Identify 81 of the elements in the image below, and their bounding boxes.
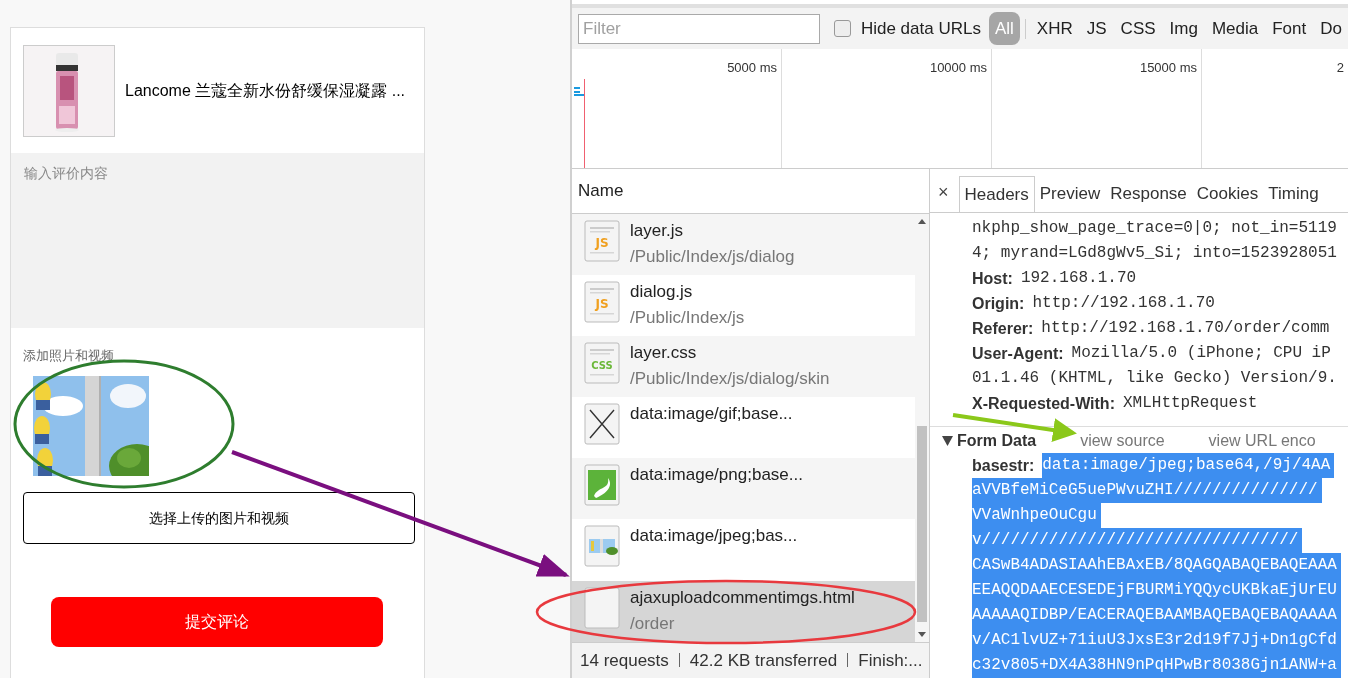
header-value: 01.1.46 (KHTML, like Gecko) Version/9. [972,368,1337,389]
product-title: Lancome 兰蔻全新水份舒缓保湿凝露 ... [125,80,406,101]
panel-tab[interactable]: Response [1105,176,1192,212]
section-header[interactable]: Form Data [942,428,1037,453]
header-name: User-Agent: [972,344,1064,364]
header-value: http://192.168.1.70/order/comm [1041,318,1330,339]
image-icon [584,464,620,507]
form-field-value: EEAQQDAAECESEDEjFBURMiYQQycUKBkaEjUrEU [972,578,1341,603]
header-name: Referer: [972,319,1034,339]
form-field-value: v/AC1lvUZ+71iuU3JxsE3r2d19f7Jj+Dn1gCfd [972,628,1341,653]
file-icon: CSS [584,342,620,385]
broken-image-icon [584,403,620,446]
filter-field[interactable]: Filter [578,13,820,44]
status-text: 14 requests [580,649,669,672]
timeline-tick: 10000 ms [929,59,987,74]
status-text: Finish:... [858,649,923,672]
timeline-tick: 5000 ms [727,59,777,74]
close-icon[interactable]: × [934,172,953,212]
choose-files-button[interactable]: 选择上传的图片和视频 [23,492,415,544]
header-value: 4; myrand=LGd8gWv5_Si; into=1523928051 [972,243,1337,264]
filter-tab[interactable]: Do [1314,12,1348,45]
request-row[interactable]: data:image/png;base... [572,458,916,520]
filter-tab[interactable]: Font [1266,12,1313,45]
form-field-value: v///////////////////////////////// [972,528,1303,553]
image-icon [584,525,620,568]
review-field[interactable]: 输入评价内容 [11,153,424,328]
request-path: /Public/Index/js/dialog/skin [630,368,830,391]
header-name: Origin: [972,294,1025,314]
blank-file-icon [584,586,620,629]
view-source-link[interactable]: view source [1080,428,1165,453]
filter-tab[interactable]: JS [1080,12,1113,45]
header-value: Mozilla/5.0 (iPhone; CPU iP [1071,343,1331,364]
request-name: dialog.js [630,280,694,303]
submit-button[interactable]: 提交评论 [51,597,383,647]
request-name: data:image/png;base... [630,464,803,487]
column-header: Name [578,180,624,203]
form-field-value: VVaWnhpeOuCgu [972,503,1101,528]
timeline-tick: 15000 ms [1139,59,1197,74]
scroll-down-icon[interactable] [918,631,927,637]
request-row[interactable]: ajaxuploadcommentimgs.html /order [572,580,916,642]
form-field-value: data:image/jpeg;base64,/9j/4AA [1042,453,1335,478]
file-icon: JS [584,280,620,323]
filter-tab[interactable]: Img [1163,12,1204,45]
file-icon: JS [584,219,620,262]
header-value: 192.168.1.70 [1020,268,1137,289]
header-name: X-Requested-With: [972,394,1115,414]
panel-tab[interactable]: Headers [958,176,1035,212]
panel-tab[interactable]: Cookies [1191,176,1264,212]
request-path: /order [630,612,676,635]
expand-triangle-icon [942,435,953,446]
section-label: 添加照片和视频 [23,347,115,365]
scroll-up-icon[interactable] [918,218,927,224]
form-field-value: aVVBfeMiCeG5uePWvuZHI/////////////// [972,478,1322,503]
filter-tab[interactable]: Media [1205,12,1265,45]
request-name: data:image/jpeg;bas... [630,525,798,548]
request-path: /Public/Index/js [630,306,745,329]
view-url-encoded-link[interactable]: view URL enco [1208,428,1316,453]
filter-tab[interactable]: CSS [1114,12,1162,45]
request-row[interactable]: JS layer.js /Public/Index/js/dialog [572,213,916,275]
request-row[interactable]: CSS layer.css /Public/Index/js/dialog/skin [572,336,916,398]
form-field-value: AAAAAQIDBP/EACERAQEBAAMBAQEBAQEBAQAAAA [972,603,1341,628]
request-name: data:image/gif;base... [630,403,793,426]
request-name: layer.js [630,219,684,242]
panel-tab[interactable]: Preview [1034,176,1106,212]
scrollbar[interactable] [915,213,929,642]
status-text: 42.2 KB transferred [689,649,838,672]
form-field-value: c32v805+DX4A38HN9nPqHPwBr8038Gjn1ANW+a [972,653,1341,678]
form-field-value: CASwB4ADASIAAhEBAxEB/8QAGQABAQEBAQEAAA [972,553,1341,578]
header-name: Host: [972,269,1013,289]
hide-data-urls-checkbox[interactable]: Hide data URLs [833,15,981,42]
request-path: /Public/Index/js/dialog [630,245,795,268]
request-name: layer.css [630,342,698,365]
form-field-name: basestr: [972,456,1036,476]
filter-tab[interactable]: XHR [1030,12,1079,45]
panel-tab[interactable]: Timing [1263,176,1324,212]
header-value: nkphp_show_page_trace=0|0; not_in=5119 [972,218,1337,239]
request-bars-icon [574,87,584,96]
request-name: ajaxuploadcommentimgs.html [630,586,855,609]
header-value: http://192.168.1.70 [1032,293,1215,314]
timeline-tick: 2 [1336,59,1344,74]
header-value: XMLHttpRequest [1122,393,1258,414]
